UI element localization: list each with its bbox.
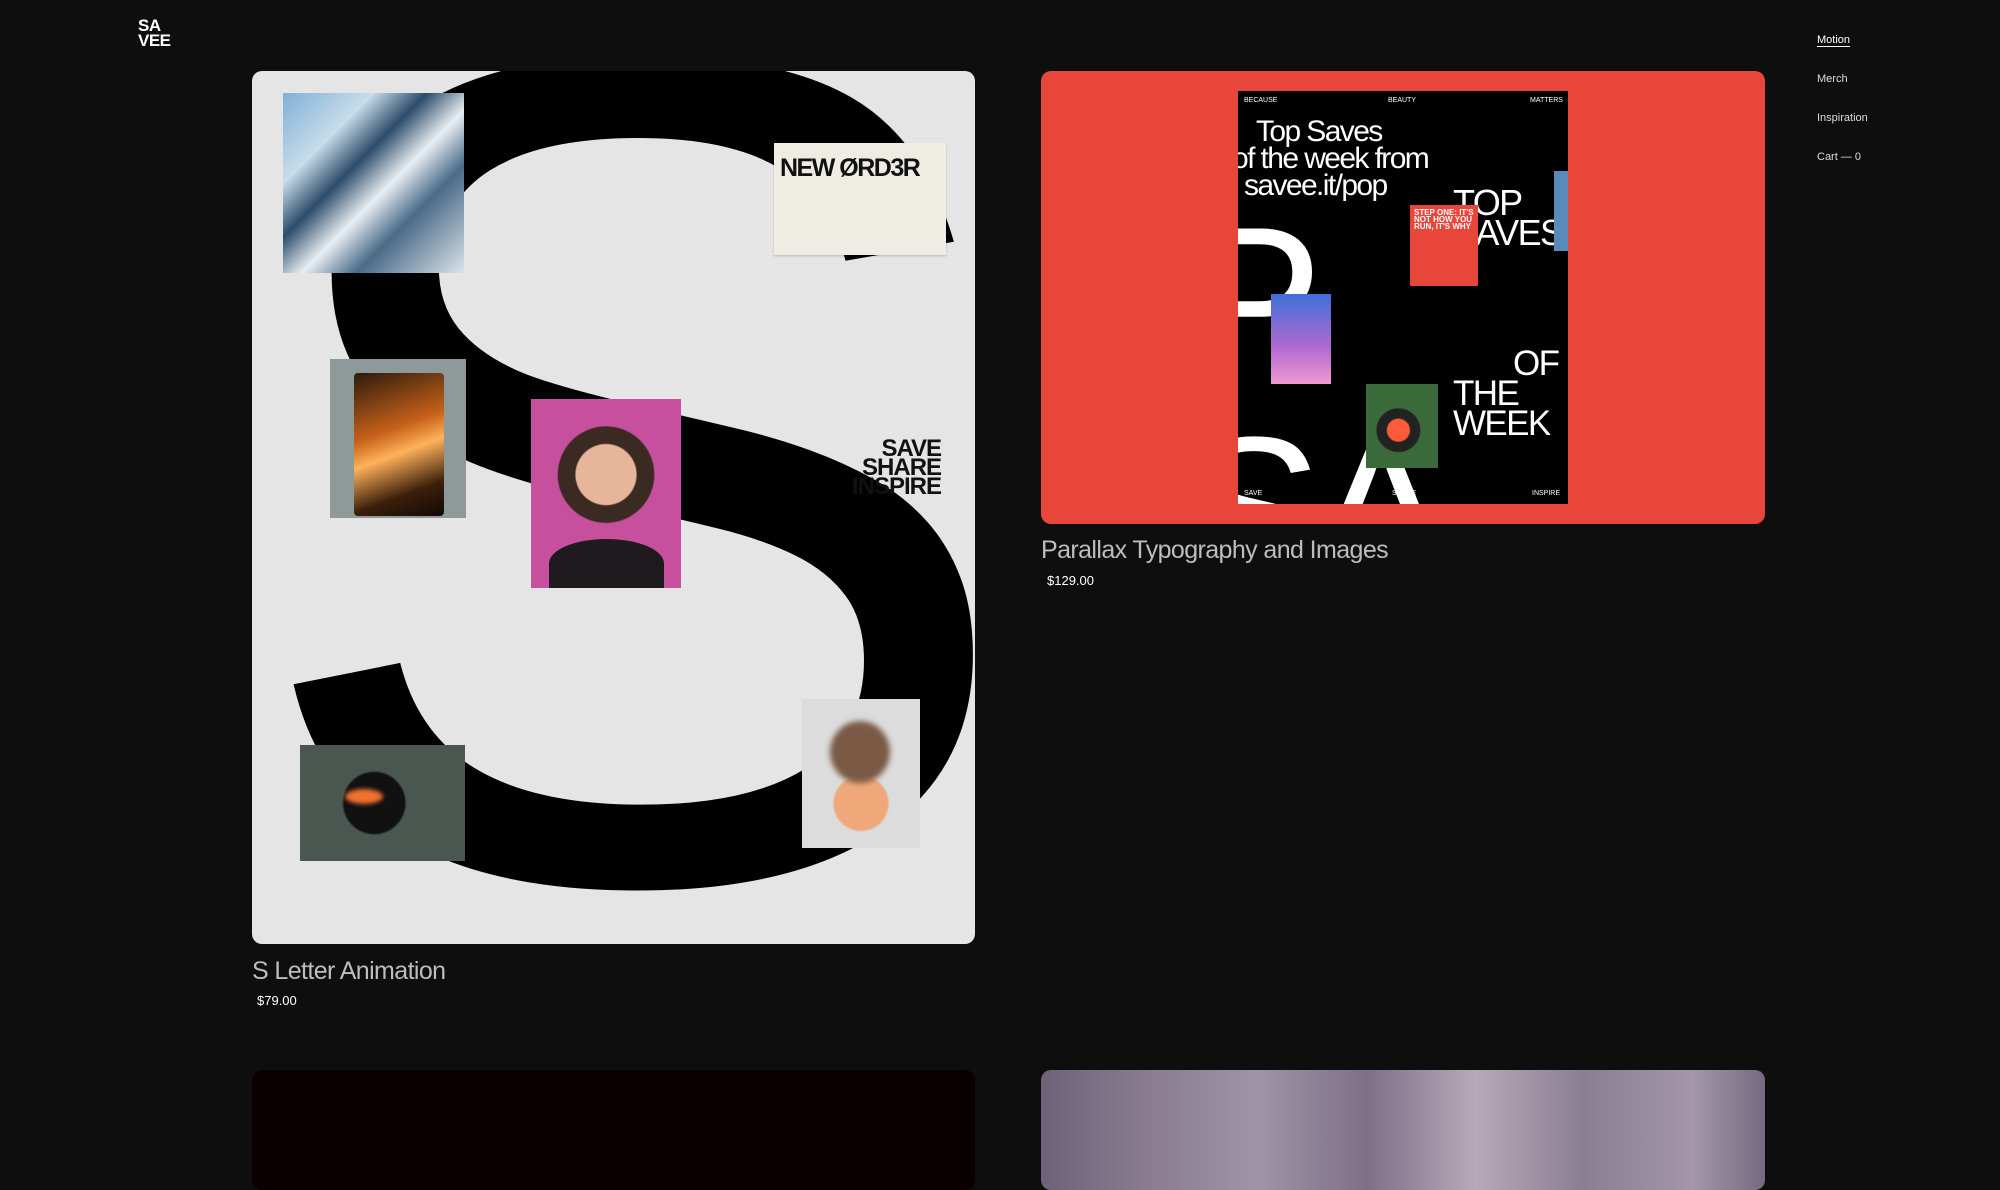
product-price: $79.00 bbox=[257, 993, 297, 1008]
save-share-inspire-text: SAVE SHARE INSPIRE bbox=[852, 435, 942, 500]
product-title[interactable]: S Letter Animation bbox=[252, 957, 446, 986]
boy-portrait-photo bbox=[531, 399, 681, 588]
motion-blur-portrait-photo bbox=[802, 699, 920, 848]
nav-item-merch[interactable]: Merch bbox=[1817, 73, 1868, 85]
nav-item-cart[interactable]: Cart — 0 bbox=[1817, 151, 1868, 163]
product-card-s-letter-animation[interactable]: S NEW ØRD3R SAVE SHARE INSPIRE bbox=[252, 71, 975, 944]
nav-item-inspiration[interactable]: Inspiration bbox=[1817, 112, 1868, 124]
product-card-curtain[interactable] bbox=[1041, 1070, 1765, 1190]
product-card-parallax-typography[interactable]: BECAUSE BEAUTY MATTERS Top Saves of the … bbox=[1041, 71, 1765, 524]
poster-of-the-week: OF THE WEEK bbox=[1453, 344, 1560, 443]
poster-edge-photo bbox=[1554, 171, 1568, 251]
product-price: $129.00 bbox=[1047, 573, 1094, 588]
new-order-card-photo: NEW ØRD3R bbox=[774, 143, 946, 255]
poster-blue-photo bbox=[1271, 294, 1331, 384]
logo-line-2: VEE bbox=[138, 31, 171, 50]
poster-red-note: STEP ONE: IT'S NOT HOW YOU RUN, IT'S WHY bbox=[1410, 205, 1478, 286]
site-logo[interactable]: SA VEE bbox=[138, 17, 171, 50]
book-photo bbox=[283, 93, 464, 273]
man-glasses-photo bbox=[300, 745, 465, 861]
lamp-photo bbox=[330, 359, 466, 518]
top-saves-poster: BECAUSE BEAUTY MATTERS Top Saves of the … bbox=[1238, 91, 1568, 504]
poster-green-photo bbox=[1366, 384, 1438, 468]
product-card-dark[interactable] bbox=[252, 1070, 975, 1190]
card-brand-text: NEW ØRD3R bbox=[780, 154, 921, 182]
main-nav: Motion Merch Inspiration Cart — 0 bbox=[1817, 34, 1868, 190]
product-title[interactable]: Parallax Typography and Images bbox=[1041, 536, 1389, 565]
nav-item-motion[interactable]: Motion bbox=[1817, 34, 1868, 46]
